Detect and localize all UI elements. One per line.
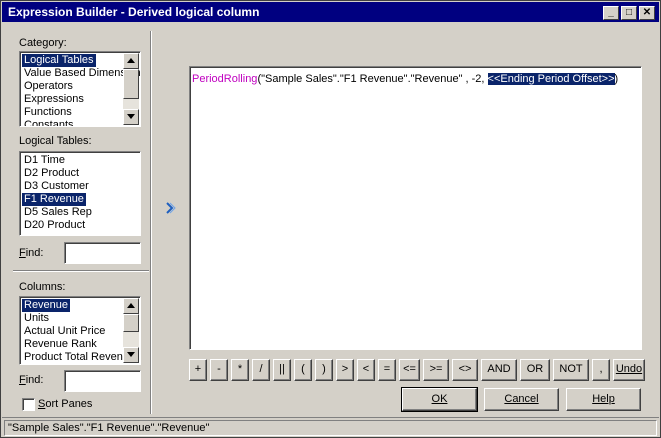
expression-placeholder[interactable]: <<Ending Period Offset>> [487,73,615,85]
arrow-up-icon [127,303,135,308]
find-tables-input[interactable] [64,242,141,264]
arrow-down-icon [127,114,135,119]
column-item[interactable]: Units [22,312,51,325]
scroll-thumb[interactable] [123,314,139,332]
logical-table-item[interactable]: D2 Product [22,167,81,180]
expression-editor[interactable]: PeriodRolling("Sample Sales"."F1 Revenue… [189,66,642,350]
scroll-down-button[interactable] [123,109,139,125]
expression-close: ) [614,73,619,85]
arrow-down-icon [127,352,135,357]
operator-button[interactable]: * [231,359,249,381]
find-columns-label: Find: [19,374,44,386]
column-item[interactable]: Revenue Rank [22,338,99,351]
maximize-button[interactable]: □ [621,6,637,20]
category-list-item[interactable]: Operators [22,80,75,93]
columns-label: Columns: [19,281,66,293]
logical-tables-label: Logical Tables: [19,135,92,147]
operator-button[interactable]: > [336,359,354,381]
scroll-up-button[interactable] [123,53,139,69]
ok-button[interactable]: OK [401,387,478,412]
category-scrollbar[interactable] [123,53,139,125]
expression-builder-window: Expression Builder - Derived logical col… [0,0,661,438]
expression-text: PeriodRolling("Sample Sales"."F1 Revenue… [192,73,618,85]
operator-button[interactable]: - [210,359,228,381]
status-text: "Sample Sales"."F1 Revenue"."Revenue" [4,420,657,436]
operator-button[interactable]: = [378,359,396,381]
cancel-button[interactable]: Cancel [484,388,559,411]
category-list-item[interactable]: Functions [22,106,74,119]
column-item[interactable]: Actual Unit Price [22,325,107,338]
operator-button[interactable]: <= [399,359,420,381]
operator-button[interactable]: <> [452,359,478,381]
find-tables-label: Find: [19,247,44,259]
operator-button[interactable]: ) [315,359,333,381]
column-item[interactable]: Revenue [22,299,71,312]
columns-list[interactable]: Revenue Units Actual Unit Price Revenue Ran… [19,296,141,365]
columns-scrollbar[interactable] [123,298,139,363]
scroll-down-button[interactable] [123,347,139,363]
column-item[interactable]: Product Total Revenue [22,351,137,364]
logical-table-item[interactable]: D20 Product [22,219,87,232]
operator-button[interactable]: || [273,359,291,381]
expression-function: PeriodRolling [192,73,258,85]
scroll-thumb[interactable] [123,69,139,99]
logical-table-item[interactable]: D5 Sales Rep [22,206,94,219]
chevron-right-double-icon [166,202,176,214]
logical-tables-list[interactable]: D1 Time D2 Product D3 Customer F1 Revenue D5… [19,151,141,236]
operator-button[interactable]: / [252,359,270,381]
status-bar: "Sample Sales"."F1 Revenue"."Revenue" [2,417,659,437]
scroll-up-button[interactable] [123,298,139,314]
sort-panes-checkbox[interactable] [22,398,35,411]
category-list[interactable]: Logical Tables Value Based Dimensions Oper… [19,51,141,127]
category-list-item[interactable]: Logical Tables [22,54,96,67]
arrow-up-icon [127,58,135,63]
operator-button[interactable]: ( [294,359,312,381]
window-title: Expression Builder - Derived logical col… [8,5,260,19]
operator-button[interactable]: Undo [613,359,645,381]
sort-panes-label: Sort Panes [38,398,93,410]
title-bar[interactable]: Expression Builder - Derived logical col… [2,2,659,22]
operator-button[interactable]: AND [481,359,517,381]
operator-button[interactable]: OR [520,359,550,381]
category-label: Category: [19,37,67,49]
operator-button[interactable]: >= [423,359,449,381]
minimize-button[interactable]: _ [603,6,619,20]
expression-args: ("Sample Sales"."F1 Revenue"."Revenue" ,… [257,73,488,85]
operator-button[interactable]: + [189,359,207,381]
help-button[interactable]: Help [566,388,641,411]
category-list-item[interactable]: Expressions [22,93,86,106]
logical-table-item[interactable]: D1 Time [22,154,67,167]
category-list-item[interactable]: Constants [22,119,76,126]
left-divider [13,270,149,272]
operator-button[interactable]: NOT [553,359,589,381]
operator-button[interactable]: , [592,359,610,381]
logical-table-item[interactable]: F1 Revenue [22,193,86,206]
vertical-divider [150,31,152,414]
insert-button[interactable] [164,201,178,215]
logical-table-item[interactable]: D3 Customer [22,180,91,193]
operator-button[interactable]: < [357,359,375,381]
find-columns-input[interactable] [64,370,141,392]
close-button[interactable]: ✕ [639,6,655,20]
